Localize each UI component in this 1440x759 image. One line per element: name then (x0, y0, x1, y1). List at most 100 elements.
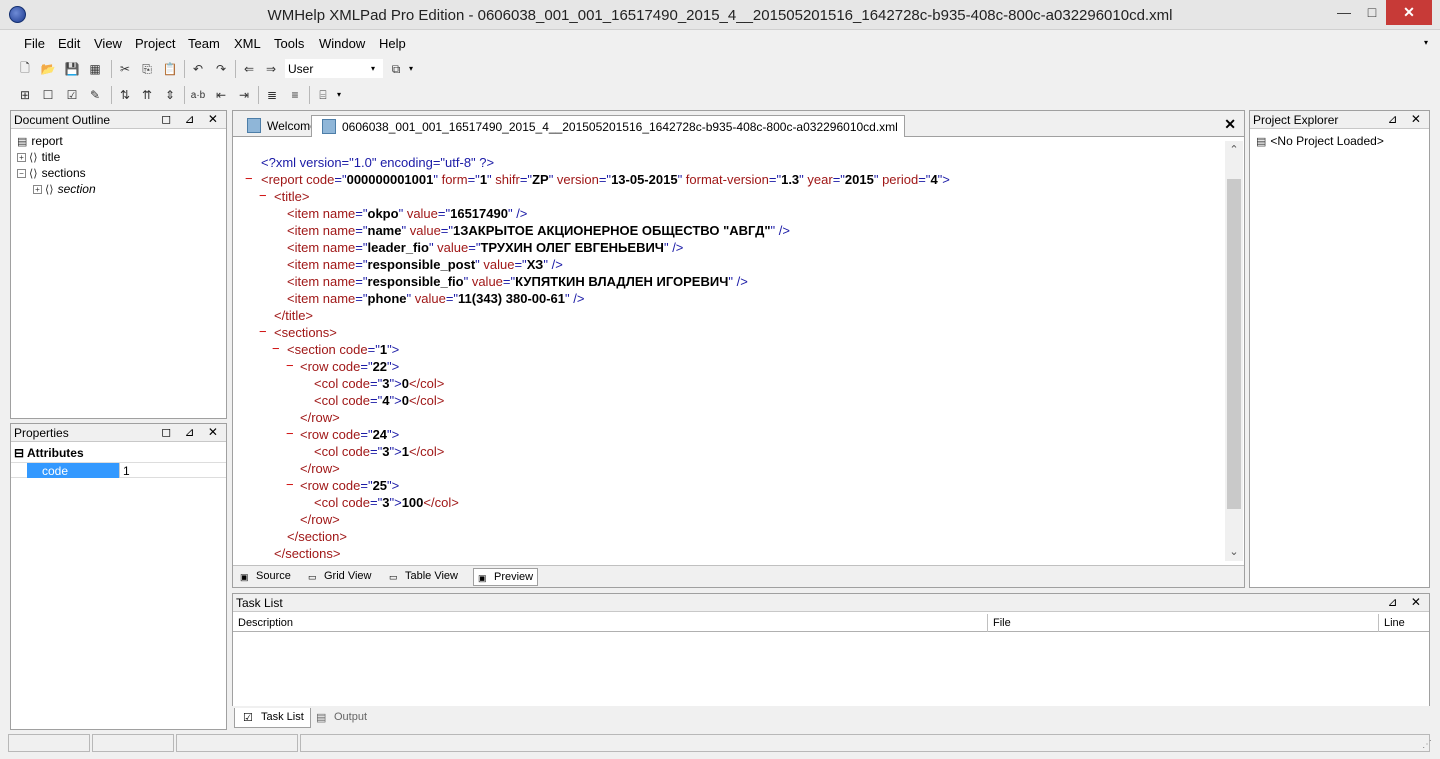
collapse-marker[interactable]: − (286, 426, 296, 441)
format-icon[interactable]: ⊞ (15, 85, 35, 105)
document-icon: ▤ (17, 135, 28, 148)
panel-buttons[interactable]: ◻ ⊿ ✕ (161, 425, 223, 439)
menu-edit[interactable]: Edit (58, 36, 80, 51)
menu-xml[interactable]: XML (234, 36, 261, 51)
column-description[interactable]: Description (233, 614, 988, 632)
close-button[interactable]: ✕ (1386, 0, 1432, 25)
indent-icon[interactable]: ⇤ (211, 85, 231, 105)
tab-task-list[interactable]: ☑ Task List (234, 708, 311, 728)
tree-node-report[interactable]: ▤ report (17, 133, 63, 149)
copy-icon[interactable]: ⎘ (137, 59, 157, 79)
collapse-marker[interactable]: − (286, 358, 296, 373)
tab-xml-file[interactable]: 0606038_001_001_16517490_2015_4__2015052… (311, 115, 905, 137)
chevron-down-icon[interactable]: ▾ (337, 90, 341, 99)
tab-preview[interactable]: ▣ Preview (473, 568, 539, 586)
collapse-marker[interactable]: − (259, 188, 269, 203)
attr-value: 2015 (844, 172, 874, 187)
column-line[interactable]: Line (1379, 614, 1429, 632)
menu-bar: File Edit View Project Team XML Tools Wi… (10, 33, 1430, 55)
tree-node-section[interactable]: + ⟨⟩ section (33, 181, 96, 197)
editor-panel: Welcome 0606038_001_001_16517490_2015_4_… (232, 110, 1245, 588)
scroll-down-icon[interactable]: ⌄ (1225, 543, 1243, 561)
cut-icon[interactable]: ✂ (115, 59, 135, 79)
tab-source[interactable]: ▣ Source (236, 568, 295, 586)
save-icon[interactable]: 💾 (62, 59, 82, 79)
menu-file[interactable]: File (24, 36, 45, 51)
menu-project[interactable]: Project (135, 36, 175, 51)
open-folder-icon[interactable]: 📂 (38, 59, 58, 79)
tree-node-title[interactable]: + ⟨⟩ title (17, 149, 60, 165)
close-tab-icon[interactable]: ✕ (1224, 116, 1236, 133)
menu-help[interactable]: Help (379, 36, 406, 51)
paste-icon[interactable]: 📋 (160, 59, 180, 79)
tab-output[interactable]: ▤ Output (308, 708, 373, 728)
undo-icon[interactable]: ↶ (188, 59, 208, 79)
expand-icon[interactable]: + (17, 152, 26, 162)
minimize-button[interactable]: — (1330, 0, 1358, 25)
forward-icon[interactable]: ⇒ (261, 59, 281, 79)
menu-overflow-icon[interactable]: ▾ (1424, 38, 1428, 47)
menu-view[interactable]: View (94, 36, 122, 51)
check-wellformed-icon[interactable]: ☐ (38, 85, 58, 105)
resize-grip-icon[interactable]: ⋰ (1422, 739, 1432, 750)
panel-buttons[interactable]: ⊿ ✕ (1388, 595, 1426, 609)
no-project-item[interactable]: ▤ <No Project Loaded> (1256, 133, 1384, 149)
code-line: </section> (287, 529, 347, 544)
attr-value: 000000001001 (346, 172, 434, 187)
menu-window[interactable]: Window (319, 36, 365, 51)
collapse-icon[interactable]: − (17, 168, 26, 178)
tab-label: Preview (494, 571, 534, 583)
property-row[interactable]: code 1 (11, 462, 226, 478)
tab-grid-view[interactable]: ▭ Grid View (304, 568, 375, 586)
tree-node-sections[interactable]: − ⟨⟩ sections (17, 165, 86, 181)
panel-buttons[interactable]: ◻ ⊿ ✕ (161, 112, 223, 126)
toolbar-separator (184, 60, 185, 78)
xml-toolbar: ⊞ ☐ ☑ ✎ ⇅ ⇈ ⇕ a·b ⇤ ⇥ ≣ ≡ ⌸ ▾ (10, 82, 1430, 108)
view-tabs: ▣ Source ▭ Grid View ▭ Table View ▣ Preview (233, 565, 1244, 587)
save-all-icon[interactable]: ▦ (85, 59, 105, 79)
outdent-icon[interactable]: ⇥ (234, 85, 254, 105)
chevron-down-icon[interactable]: ▾ (371, 64, 375, 73)
collapse-marker[interactable]: − (259, 324, 269, 339)
back-icon[interactable]: ⇐ (239, 59, 259, 79)
attributes-group[interactable]: ⊟ Attributes (11, 444, 226, 461)
code-line: </title> (274, 308, 314, 323)
scroll-up-icon[interactable]: ⌃ (1225, 141, 1243, 159)
transform-icon[interactable]: ⌸ (313, 85, 333, 105)
sort-icon[interactable]: ⇅ (115, 85, 135, 105)
code-line: <item name="leader_fio" value="ТРУХИН ОЛ… (287, 240, 684, 255)
expand-icon[interactable]: + (33, 184, 42, 194)
user-combo[interactable]: User (285, 59, 383, 78)
chevron-down-icon[interactable]: ▾ (409, 64, 413, 73)
menu-tools[interactable]: Tools (274, 36, 304, 51)
property-value[interactable]: 1 (119, 463, 226, 478)
collapse-marker[interactable]: − (286, 477, 296, 492)
tab-table-view[interactable]: ▭ Table View (385, 568, 462, 586)
status-cell (8, 734, 90, 752)
redo-icon[interactable]: ↷ (211, 59, 231, 79)
xml-source-view[interactable]: <?xml version="1.0" encoding="utf-8" ?> … (234, 141, 1224, 561)
edit-schema-icon[interactable]: ✎ (85, 85, 105, 105)
validate-icon[interactable]: ☑ (62, 85, 82, 105)
collapse-icon[interactable]: ⊟ (14, 446, 24, 460)
scroll-thumb[interactable] (1227, 179, 1241, 509)
menu-team[interactable]: Team (188, 36, 220, 51)
maximize-button[interactable]: □ (1358, 0, 1386, 25)
output-icon: ▤ (316, 712, 327, 724)
panel-buttons[interactable]: ⊿ ✕ (1388, 112, 1426, 126)
code-line: <row code="24"> (300, 427, 400, 442)
vertical-scrollbar[interactable]: ⌃ ⌄ (1225, 141, 1243, 561)
move-down-icon[interactable]: ⇕ (160, 85, 180, 105)
code-line: <item name="okpo" value="16517490" /> (287, 206, 528, 221)
collapse-marker[interactable]: − (272, 341, 282, 356)
comment-icon[interactable]: ≡ (285, 85, 305, 105)
align-icon[interactable]: ≣ (262, 85, 282, 105)
new-file-icon[interactable]: 🗋 (15, 59, 35, 79)
tab-welcome[interactable]: Welcome (237, 115, 323, 137)
rename-icon[interactable]: a·b (188, 85, 208, 105)
network-icon[interactable]: ⧉ (386, 59, 406, 79)
code-line: </row> (300, 461, 340, 476)
collapse-marker[interactable]: − (245, 171, 255, 186)
move-up-icon[interactable]: ⇈ (137, 85, 157, 105)
column-file[interactable]: File (988, 614, 1379, 632)
